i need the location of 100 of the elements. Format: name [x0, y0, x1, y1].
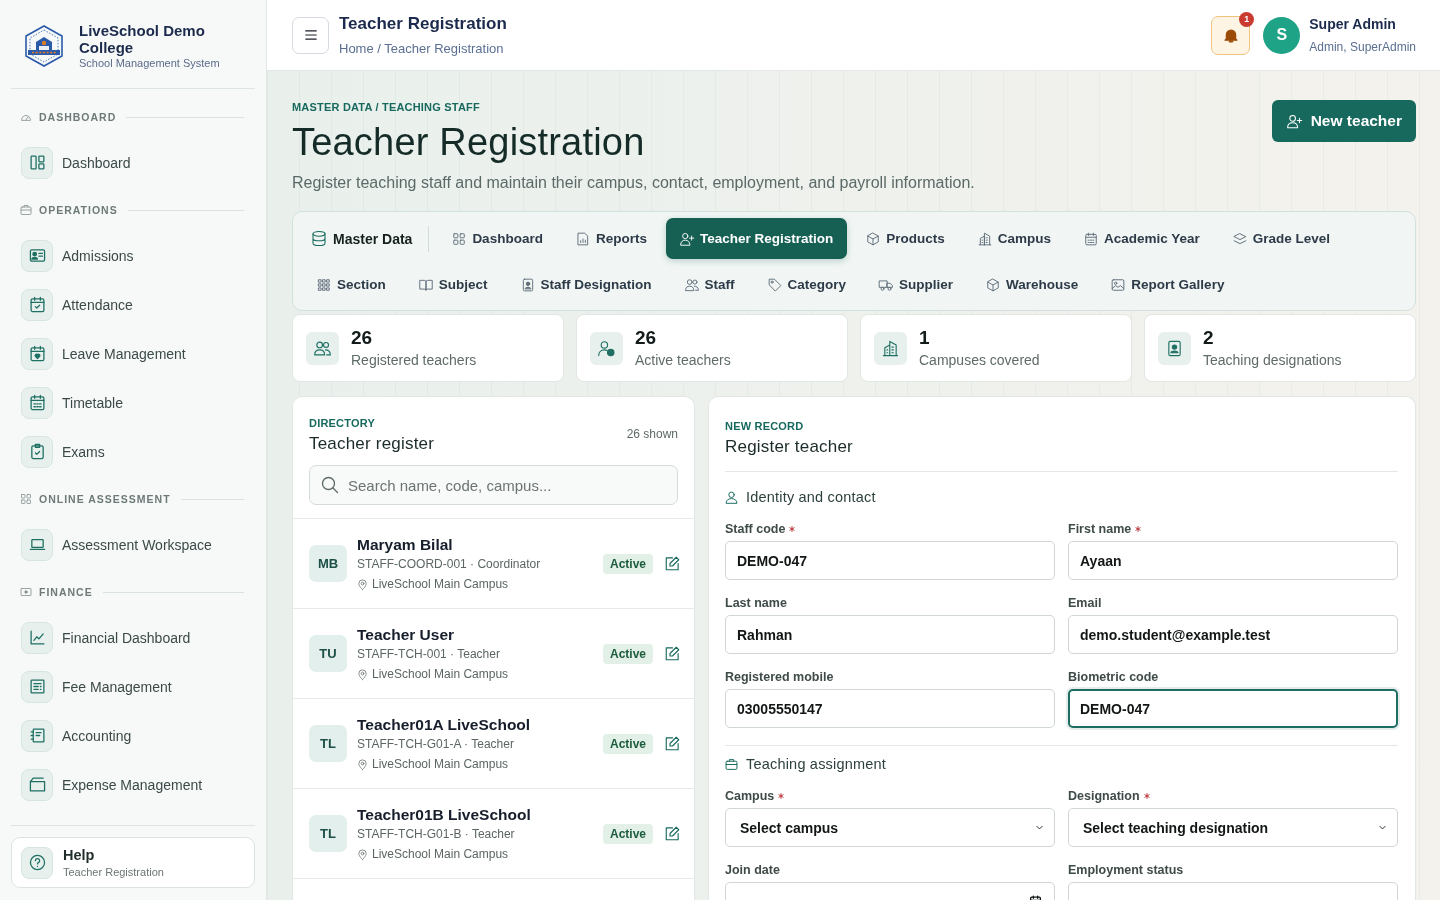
tab[interactable]: Dashboard	[438, 218, 557, 259]
tab[interactable]: Supplier	[865, 264, 968, 305]
sidebar-item[interactable]: Dashboard	[11, 138, 255, 187]
tab[interactable]: Academic Year	[1070, 218, 1214, 259]
layout-icon	[21, 146, 53, 179]
select-field[interactable]: Select campus	[725, 808, 1055, 847]
notebook-icon	[21, 719, 53, 752]
stat-value: 26	[635, 327, 658, 349]
form-section-title: Teaching assignment	[746, 756, 887, 772]
stat-label: Registered teachers	[351, 351, 477, 369]
page-subtitle: Register teaching staff and maintain their campus, contact, employment, and payroll information.	[292, 173, 975, 193]
nav-section-heading: ONLINE ASSESSMENT	[39, 493, 171, 505]
stat-label: Campuses covered	[919, 351, 1040, 369]
tag-icon	[767, 277, 782, 292]
tab[interactable]: Warehouse	[972, 264, 1093, 305]
map-pin-icon	[357, 848, 368, 861]
brand-subtitle: School Management System	[79, 56, 220, 70]
id-card-icon	[21, 239, 53, 272]
field-label: Join date	[725, 863, 780, 877]
sidebar-item[interactable]: Assessment Workspace	[11, 520, 255, 569]
calendar-icon	[1084, 231, 1098, 246]
tab[interactable]: Report Gallery	[1097, 264, 1239, 305]
teacher-code-role: STAFF-TCH-001 · Teacher	[357, 647, 501, 662]
line-chart-icon	[21, 621, 53, 654]
tab[interactable]: Staff	[670, 264, 749, 305]
teacher-campus: LiveSchool Main Campus	[372, 757, 509, 772]
text-input[interactable]: Ayaan	[1068, 541, 1398, 580]
text-input[interactable]: DEMO-047	[725, 541, 1055, 580]
tab[interactable]: Section	[303, 264, 400, 305]
edit-icon[interactable]	[665, 556, 680, 571]
box-icon	[986, 277, 1001, 292]
select-field[interactable]: Select teaching designation	[1068, 808, 1398, 847]
edit-icon[interactable]	[665, 646, 680, 661]
grid-icon	[20, 493, 32, 505]
sidebar-item[interactable]: Expense Management	[11, 760, 255, 809]
form-section-title: Identity and contact	[746, 489, 876, 505]
teacher-row[interactable]: TU Teacher User STAFF-TCH-001 · Teacher LiveSchool Main Campus Active	[293, 609, 694, 699]
sidebar-item[interactable]: Leave Management	[11, 329, 255, 378]
panel-eyebrow: DIRECTORY	[309, 416, 376, 430]
text-input[interactable]: 03005550147	[725, 689, 1055, 728]
tab[interactable]: Category	[753, 264, 861, 305]
field-label: Last name	[725, 596, 787, 610]
field-label: Campus	[725, 789, 775, 803]
database-icon	[311, 230, 327, 247]
page-title: Teacher Registration	[292, 120, 646, 164]
field-label: First name	[1068, 522, 1132, 536]
page-eyebrow: MASTER DATA / TEACHING STAFF	[292, 100, 481, 114]
clipboard-check-icon	[21, 435, 53, 468]
text-input[interactable]: DEMO-047	[1068, 689, 1398, 728]
status-tag: Active	[602, 733, 653, 754]
user-check-icon	[590, 331, 623, 365]
help-subtitle: Teacher Registration	[63, 864, 164, 879]
field-label: Biometric code	[1068, 670, 1159, 684]
panel-eyebrow: NEW RECORD	[725, 419, 805, 433]
sidebar-item[interactable]: Financial Dashboard	[11, 613, 255, 662]
help-card[interactable]: Help Teacher Registration	[11, 837, 255, 888]
sidebar-item[interactable]: Exams	[11, 427, 255, 476]
layers-icon	[1232, 231, 1247, 246]
sidebar-item[interactable]: Attendance	[11, 280, 255, 329]
calendar-icon	[21, 386, 53, 419]
search-icon	[321, 476, 339, 494]
edit-icon[interactable]	[665, 826, 680, 841]
stat-value: 1	[919, 327, 931, 349]
teacher-row[interactable]: TL Teacher01B LiveSchool STAFF-TCH-G01-B · Teacher LiveSchool Main Campus Active	[293, 789, 694, 879]
teacher-row[interactable]: MB Maryam Bilal STAFF-COORD-001 · Coordinator LiveSchool Main Campus Active	[293, 519, 694, 609]
text-input[interactable]: Rahman	[725, 615, 1055, 654]
initials-avatar: TU	[309, 635, 347, 672]
box-icon	[866, 231, 881, 246]
search-field[interactable]: Search name, code, campus...	[309, 465, 678, 505]
tab[interactable]: Teacher Registration	[665, 218, 848, 259]
sidebar-item[interactable]: Timetable	[11, 378, 255, 427]
tab[interactable]: Grade Level	[1218, 218, 1345, 259]
result-count: 26 shown	[626, 427, 678, 441]
new-teacher-button[interactable]: New teacher	[1271, 100, 1416, 142]
notification-button[interactable]: 1	[1211, 15, 1251, 55]
chevron-down-icon	[1034, 824, 1045, 831]
module-tab[interactable]: Master Data	[303, 218, 421, 259]
grid-icon	[452, 231, 467, 246]
text-input[interactable]: demo.student@example.test	[1068, 615, 1398, 654]
tab[interactable]: Subject	[404, 264, 502, 305]
tab[interactable]: Campus	[963, 218, 1065, 259]
teacher-code-role: STAFF-COORD-001 · Coordinator	[357, 557, 542, 572]
tab[interactable]: Products	[852, 218, 959, 259]
map-pin-icon	[357, 578, 368, 591]
menu-icon	[302, 28, 319, 42]
stat-label: Teaching designations	[1203, 351, 1342, 369]
breadcrumb: Home / Teacher Registration	[339, 40, 505, 57]
tab[interactable]: Staff Designation	[506, 264, 666, 305]
edit-icon[interactable]	[665, 736, 680, 751]
menu-button[interactable]	[292, 16, 329, 54]
help-icon	[21, 846, 53, 879]
building-icon	[977, 231, 992, 246]
tab[interactable]: Reports	[561, 218, 661, 259]
grid-icon	[317, 277, 331, 292]
id-badge-icon	[1158, 331, 1191, 365]
sidebar-item[interactable]: Admissions	[11, 231, 255, 280]
sidebar-item[interactable]: Accounting	[11, 711, 255, 760]
sidebar-item[interactable]: Fee Management	[11, 662, 255, 711]
teacher-row[interactable]: TL Teacher01A LiveSchool STAFF-TCH-G01-A · Teacher LiveSchool Main Campus Active	[293, 699, 694, 789]
school-crest-logo	[24, 25, 64, 67]
